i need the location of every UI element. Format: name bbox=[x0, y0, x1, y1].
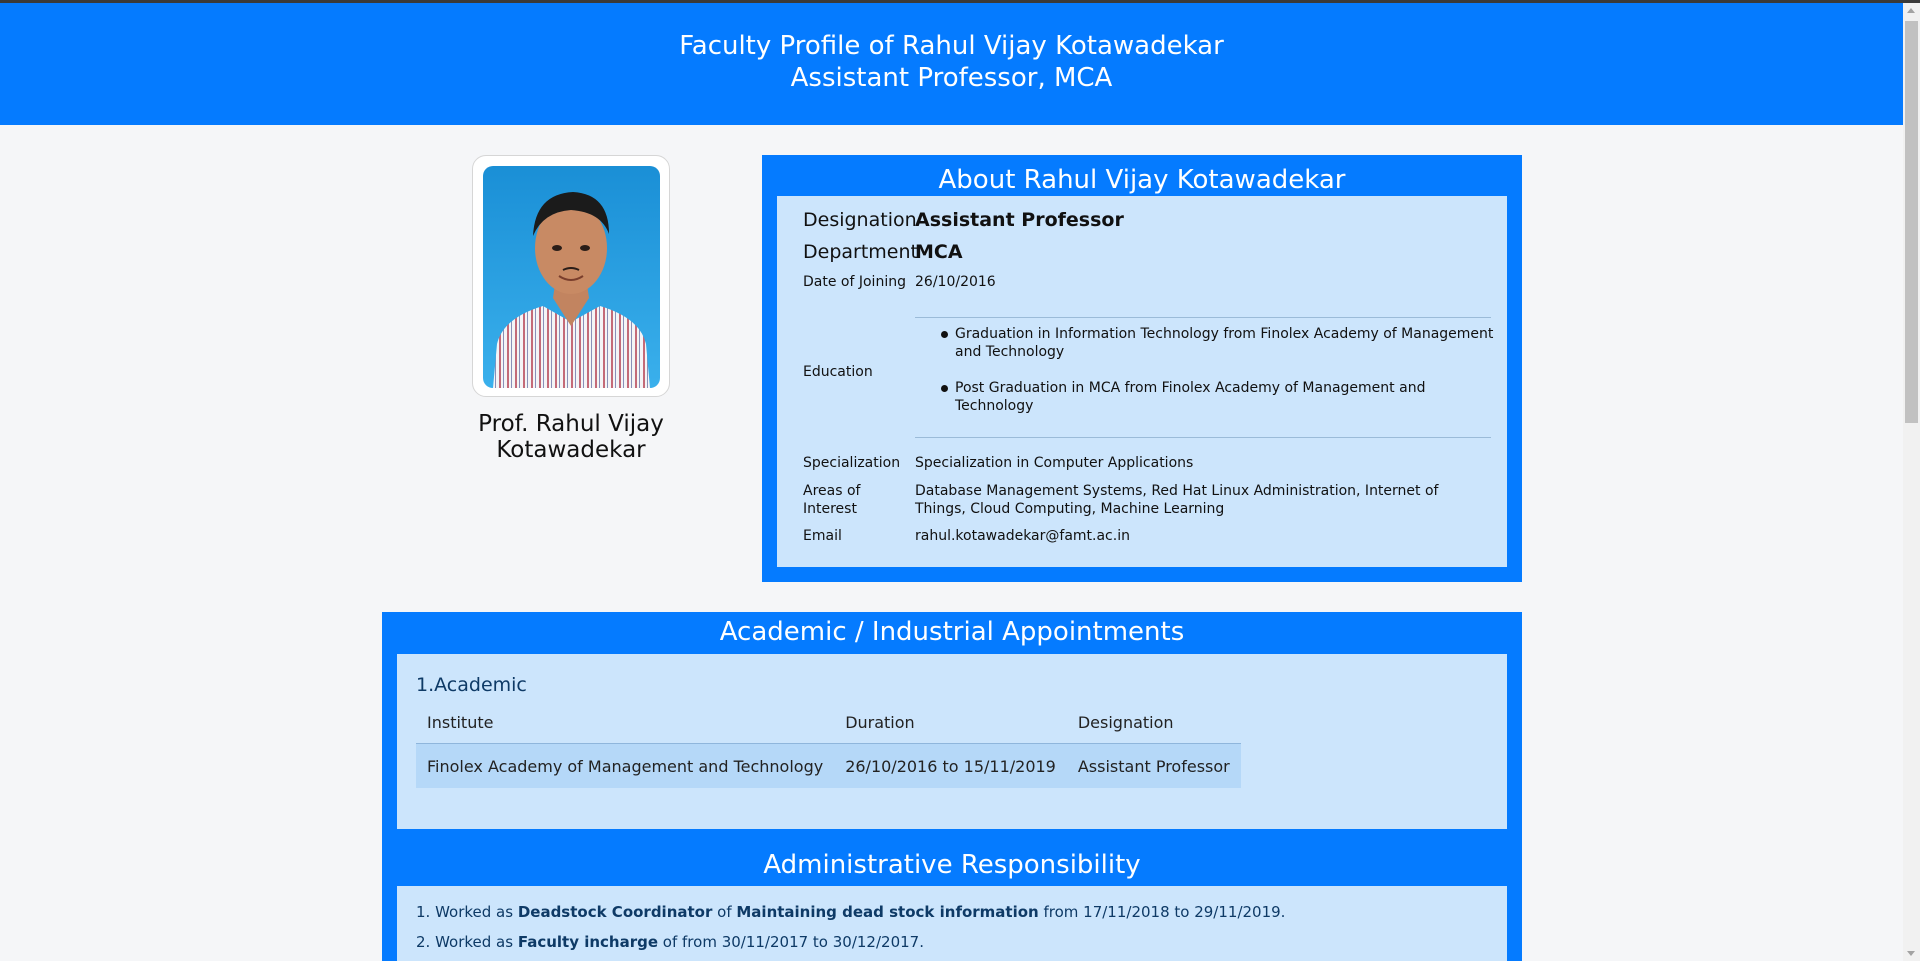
page-subtitle: Assistant Professor, MCA bbox=[790, 63, 1113, 93]
education-item: Post Graduation in MCA from Finolex Acad… bbox=[915, 379, 1495, 415]
about-heading: About Rahul Vijay Kotawadekar bbox=[938, 165, 1346, 195]
interest-label: Areas of Interest bbox=[803, 483, 861, 517]
table-cell: 26/10/2016 to 15/11/2019 bbox=[834, 743, 1067, 788]
column-header-designation: Designation bbox=[1077, 712, 1174, 732]
divider bbox=[915, 317, 1491, 318]
page-header: Faculty Profile of Rahul Vijay Kotawadek… bbox=[0, 3, 1903, 125]
joining-value: 26/10/2016 bbox=[915, 274, 996, 290]
education-list: Graduation in Information Technology fro… bbox=[915, 325, 1495, 433]
page-scrollbar[interactable] bbox=[1903, 3, 1920, 961]
scroll-up-icon[interactable] bbox=[1907, 8, 1915, 13]
appointments-section: Academic / Industrial Appointments 1.Aca… bbox=[382, 612, 1522, 961]
education-label: Education bbox=[803, 364, 873, 380]
administrative-box: 1. Worked as Deadstock Coordinator of Ma… bbox=[397, 886, 1507, 961]
table-row: Finolex Academy of Management and Techno… bbox=[416, 743, 1241, 788]
responsibility-item: 2. Worked as Faculty incharge of from 30… bbox=[416, 933, 924, 951]
email-value[interactable]: rahul.kotawadekar@famt.ac.in bbox=[915, 528, 1130, 544]
academic-box: 1.Academic Institute Duration Designatio… bbox=[397, 654, 1507, 829]
designation-label: Designation bbox=[803, 209, 917, 231]
appointments-table: Institute Duration Designation Finolex A… bbox=[416, 701, 1241, 788]
table-cell: Assistant Professor bbox=[1066, 743, 1241, 788]
designation-value: Assistant Professor bbox=[915, 209, 1124, 231]
divider bbox=[915, 437, 1491, 438]
administrative-heading: Administrative Responsibility bbox=[763, 850, 1141, 880]
page-title: Faculty Profile of Rahul Vijay Kotawadek… bbox=[679, 31, 1224, 61]
column-header-institute: Institute bbox=[427, 712, 494, 732]
table-cell: Finolex Academy of Management and Techno… bbox=[416, 743, 835, 788]
profile-photo-frame bbox=[472, 155, 670, 397]
table-header-row: Institute Duration Designation bbox=[416, 701, 1241, 744]
profile-photo bbox=[483, 166, 660, 388]
responsibility-item: 1. Worked as Deadstock Coordinator of Ma… bbox=[416, 903, 1286, 921]
column-header-duration: Duration bbox=[845, 712, 915, 732]
about-details: Designation Assistant Professor Departme… bbox=[777, 196, 1507, 567]
interest-value: Database Management Systems, Red Hat Lin… bbox=[915, 483, 1439, 517]
academic-title: 1.Academic bbox=[416, 674, 527, 696]
specialization-value: Specialization in Computer Applications bbox=[915, 455, 1194, 471]
joining-label: Date of Joining bbox=[803, 274, 906, 290]
department-label: Department bbox=[803, 241, 918, 263]
education-item: Graduation in Information Technology fro… bbox=[915, 325, 1495, 361]
appointments-heading: Academic / Industrial Appointments bbox=[719, 617, 1185, 647]
scroll-down-icon[interactable] bbox=[1907, 951, 1915, 956]
profile-name: Prof. Rahul Vijay Kotawadekar bbox=[478, 411, 664, 463]
department-value: MCA bbox=[915, 241, 963, 263]
email-label: Email bbox=[803, 528, 842, 544]
specialization-label: Specialization bbox=[803, 455, 901, 471]
about-section: About Rahul Vijay Kotawadekar Designatio… bbox=[762, 155, 1522, 582]
person-portrait-icon bbox=[493, 192, 650, 388]
scroll-thumb[interactable] bbox=[1905, 21, 1918, 423]
